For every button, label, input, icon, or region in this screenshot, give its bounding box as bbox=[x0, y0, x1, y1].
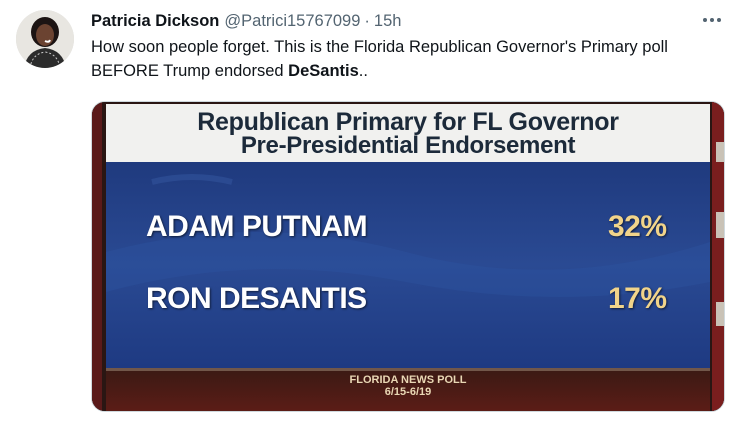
display-name[interactable]: Patricia Dickson bbox=[91, 12, 219, 31]
poll-source: FLORIDA NEWS POLL bbox=[349, 374, 467, 386]
candidate-value-1: 32% bbox=[608, 210, 667, 243]
tweet-media-image[interactable]: Republican Primary for FL Governor Pre-P… bbox=[91, 101, 725, 412]
more-options-button[interactable] bbox=[696, 8, 728, 32]
tweet-text: How soon people forget. This is the Flor… bbox=[91, 35, 731, 83]
separator-dot: · bbox=[364, 11, 370, 30]
tweet-text-main: How soon people forget. This is the Flor… bbox=[91, 38, 668, 80]
candidate-name-1: ADAM PUTNAM bbox=[146, 210, 368, 243]
tweet-text-bold: DeSantis bbox=[288, 62, 359, 80]
tweet-card[interactable]: Patricia Dickson @Patrici15767099 · 15h … bbox=[0, 0, 750, 424]
candidate-value-2: 17% bbox=[608, 282, 667, 315]
tweet-header: Patricia Dickson @Patrici15767099 · 15h bbox=[91, 10, 401, 32]
poll-dates: 6/15-6/19 bbox=[384, 386, 432, 398]
user-handle[interactable]: @Patrici15767099 bbox=[224, 12, 360, 31]
tweet-text-end: .. bbox=[358, 62, 368, 80]
candidate-name-2: RON DESANTIS bbox=[146, 282, 367, 315]
avatar-image bbox=[16, 10, 74, 68]
timestamp[interactable]: 15h bbox=[374, 12, 402, 31]
avatar[interactable] bbox=[16, 10, 74, 68]
more-horizontal-icon bbox=[703, 18, 721, 22]
poll-subtitle: Pre-Presidential Endorsement bbox=[240, 132, 576, 159]
